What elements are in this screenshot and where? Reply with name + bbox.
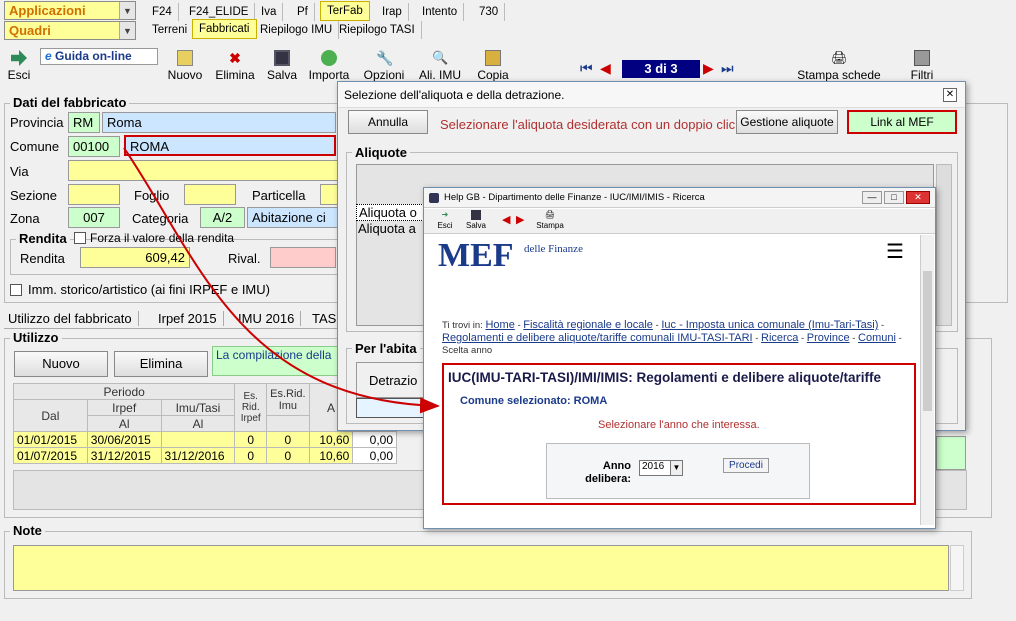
annotation-arrow (123, 147, 440, 414)
